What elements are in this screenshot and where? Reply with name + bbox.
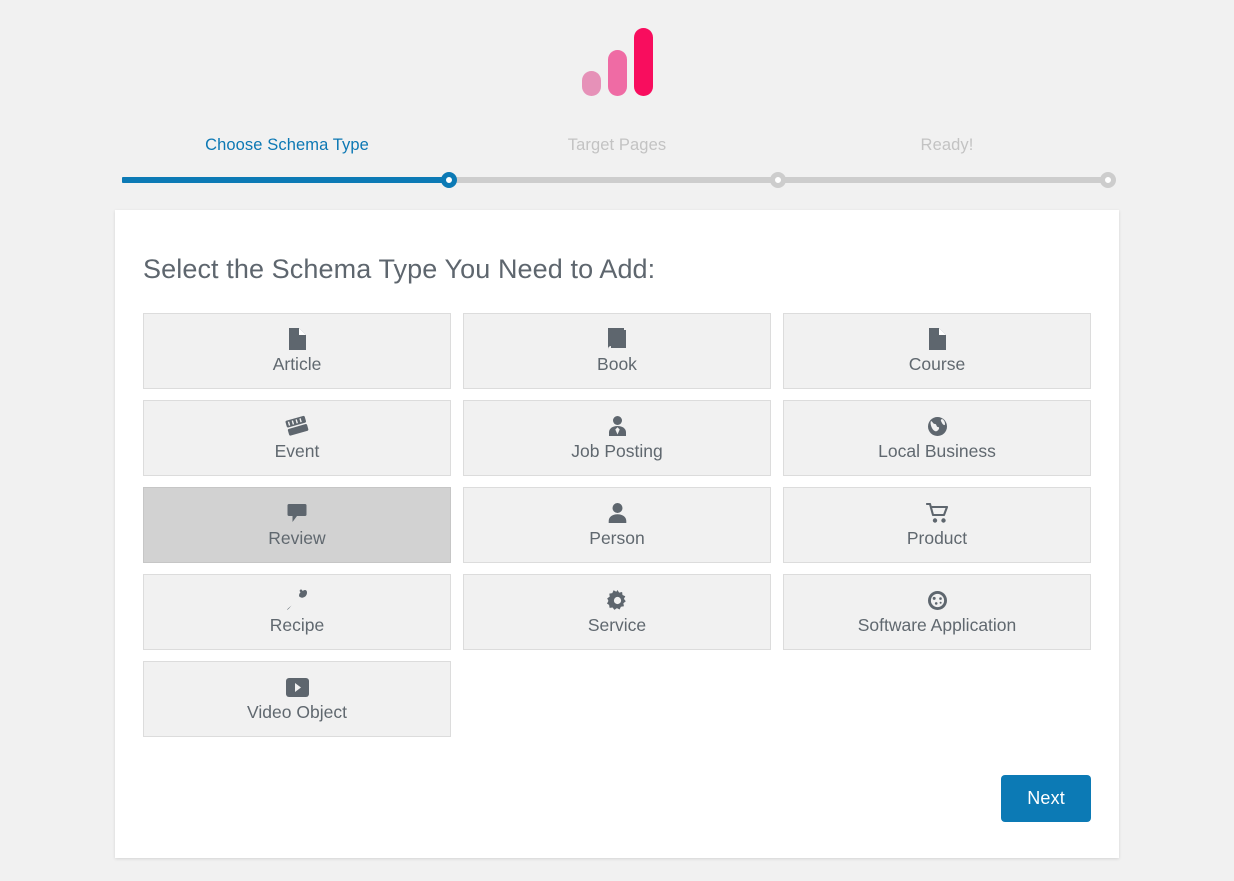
schema-type-label: Job Posting bbox=[571, 441, 662, 462]
schema-type-label: Article bbox=[273, 354, 322, 375]
schema-type-card-service[interactable]: Service bbox=[463, 574, 771, 650]
businessman-icon bbox=[608, 414, 627, 438]
panel-footer: Next bbox=[143, 775, 1091, 822]
schema-type-card-recipe[interactable]: Recipe bbox=[143, 574, 451, 650]
schema-type-panel: Select the Schema Type You Need to Add: … bbox=[115, 210, 1119, 858]
tickets-icon bbox=[285, 414, 309, 438]
schema-type-card-job-posting[interactable]: Job Posting bbox=[463, 400, 771, 476]
step-label-row: Choose Schema Type Target Pages Ready! bbox=[122, 136, 1112, 162]
brand-bars-logo bbox=[582, 28, 653, 118]
document-icon bbox=[289, 327, 306, 351]
schema-type-card-review[interactable]: Review bbox=[143, 487, 451, 563]
schema-type-card-product[interactable]: Product bbox=[783, 487, 1091, 563]
schema-type-grid: Article Book Course Event Job Posting Local B… bbox=[143, 313, 1091, 737]
schema-type-card-course[interactable]: Course bbox=[783, 313, 1091, 389]
schema-type-card-person[interactable]: Person bbox=[463, 487, 771, 563]
shopping-cart-icon bbox=[926, 501, 949, 525]
carrot-icon bbox=[286, 588, 308, 612]
logo-bar-small bbox=[582, 71, 601, 96]
schema-type-card-event[interactable]: Event bbox=[143, 400, 451, 476]
next-button[interactable]: Next bbox=[1001, 775, 1091, 822]
schema-type-label: Course bbox=[909, 354, 965, 375]
step-dot-ready[interactable] bbox=[1100, 172, 1116, 188]
schema-type-card-software-application[interactable]: Software Application bbox=[783, 574, 1091, 650]
logo-bar-large bbox=[634, 28, 653, 96]
wizard-stepper: Choose Schema Type Target Pages Ready! bbox=[122, 118, 1112, 191]
schema-type-card-article[interactable]: Article bbox=[143, 313, 451, 389]
document-icon bbox=[929, 327, 946, 351]
page-title: Select the Schema Type You Need to Add: bbox=[143, 254, 1091, 285]
schema-type-label: Event bbox=[275, 441, 320, 462]
person-icon bbox=[608, 501, 627, 525]
speech-bubble-icon bbox=[287, 501, 307, 525]
book-icon bbox=[607, 327, 628, 351]
schema-type-label: Software Application bbox=[858, 615, 1017, 636]
step-dot-choose-schema-type[interactable] bbox=[441, 172, 457, 188]
schema-type-label: Video Object bbox=[247, 702, 347, 723]
schema-type-label: Book bbox=[597, 354, 637, 375]
gear-icon bbox=[607, 588, 628, 612]
schema-type-label: Review bbox=[268, 528, 325, 549]
schema-type-card-book[interactable]: Book bbox=[463, 313, 771, 389]
step-progress-track bbox=[122, 169, 1112, 191]
schema-type-label: Person bbox=[589, 528, 644, 549]
schema-type-label: Local Business bbox=[878, 441, 996, 462]
step-label-choose-schema-type[interactable]: Choose Schema Type bbox=[122, 136, 452, 162]
gauge-icon bbox=[927, 588, 948, 612]
step-label-ready[interactable]: Ready! bbox=[782, 136, 1112, 162]
schema-type-card-video-object[interactable]: Video Object bbox=[143, 661, 451, 737]
schema-type-card-local-business[interactable]: Local Business bbox=[783, 400, 1091, 476]
schema-type-label: Product bbox=[907, 528, 967, 549]
play-button-icon bbox=[286, 675, 309, 699]
step-dot-target-pages[interactable] bbox=[770, 172, 786, 188]
logo-header bbox=[0, 0, 1234, 118]
schema-type-label: Service bbox=[588, 615, 646, 636]
schema-type-label: Recipe bbox=[270, 615, 324, 636]
step-track-progress bbox=[122, 177, 449, 183]
step-label-target-pages[interactable]: Target Pages bbox=[452, 136, 782, 162]
logo-bar-medium bbox=[608, 50, 627, 96]
globe-icon bbox=[927, 414, 948, 438]
